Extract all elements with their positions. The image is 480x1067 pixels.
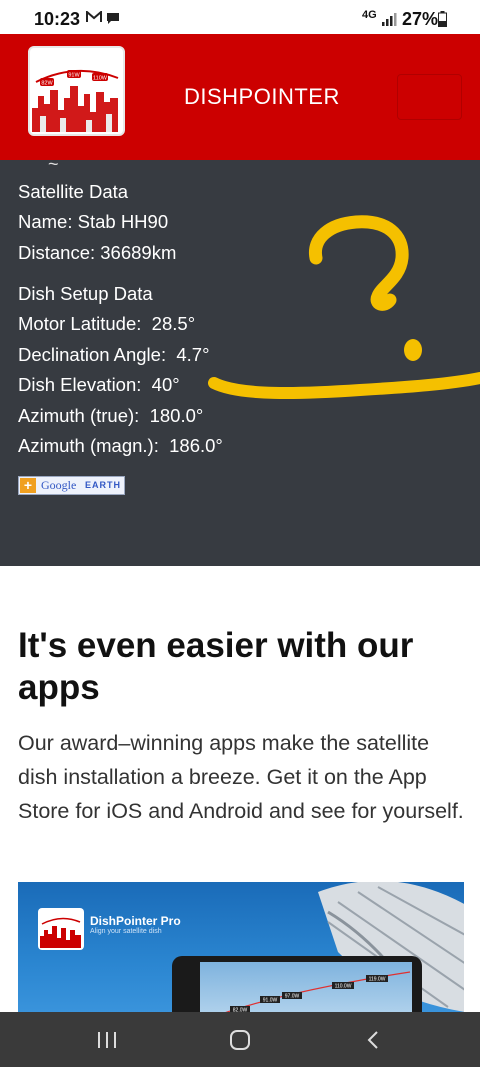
menu-button[interactable] — [397, 74, 462, 120]
svg-text:110.0W: 110.0W — [335, 984, 352, 990]
message-icon — [107, 13, 119, 24]
svg-text:91W: 91W — [68, 73, 80, 79]
phone-screen: 82.0W 91.0W 97.0W 110.0W 119.0W — [200, 962, 412, 1014]
svg-text:110W: 110W — [93, 76, 108, 82]
system-nav-bar — [0, 1012, 480, 1067]
dishpointer-logo[interactable]: 82W 91W 110W — [28, 46, 125, 136]
network-type: 4G — [362, 9, 377, 21]
results-panel: ~ Satellite Data Name: Stab HH90 Distanc… — [0, 160, 480, 566]
status-time: 10:23 — [34, 9, 81, 29]
svg-text:91.0W: 91.0W — [263, 998, 278, 1004]
question-mark-scribble — [208, 215, 480, 399]
svg-text:119.0W: 119.0W — [369, 977, 386, 983]
back-icon[interactable] — [366, 1030, 380, 1050]
home-icon[interactable] — [229, 1030, 251, 1050]
apps-heading: It's even easier with our apps — [18, 626, 414, 707]
svg-text:97.0W: 97.0W — [285, 994, 300, 1000]
battery-percent: 27% — [402, 9, 439, 29]
promo-subtitle: Align your satellite dish — [90, 928, 162, 935]
status-bar: 10:23 4G 27% — [0, 0, 480, 34]
apps-description: Our award–winning apps make the satellit… — [18, 731, 464, 823]
promo-title: DishPointer Pro — [90, 914, 181, 928]
site-header: 82W 91W 110W DISHPOINTER — [0, 34, 480, 160]
gmail-icon — [86, 11, 102, 22]
svg-text:82W: 82W — [41, 81, 53, 87]
app-promo-image[interactable]: DishPointer Pro Align your satellite dis… — [18, 882, 464, 1014]
signal-icon — [382, 13, 397, 26]
logo-graphic: 82W 91W 110W — [32, 69, 119, 132]
battery-icon — [438, 11, 447, 27]
brand-title: DISHPOINTER — [184, 84, 340, 109]
recent-apps-icon[interactable] — [96, 1031, 118, 1049]
promo-app-logo — [38, 908, 84, 950]
